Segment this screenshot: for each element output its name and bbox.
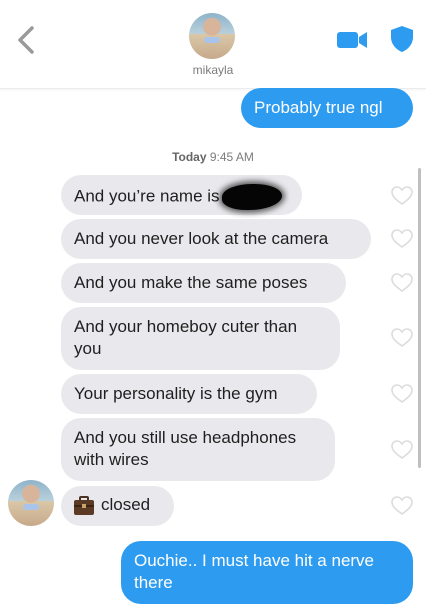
message-text: Ouchie.. I must have hit a nerve there	[134, 551, 375, 592]
message-bubble-incoming[interactable]: And you still use headphones with wires	[61, 418, 335, 481]
message-bubble-incoming[interactable]: And you make the same poses	[61, 263, 346, 303]
chevron-left-icon[interactable]	[12, 24, 40, 56]
like-heart-icon[interactable]	[391, 496, 413, 516]
message-bubble-outgoing[interactable]: Ouchie.. I must have hit a nerve there	[121, 541, 413, 604]
contact-name[interactable]: mikayla	[0, 63, 426, 77]
message-text: Your personality is the gym	[74, 384, 278, 403]
shield-icon[interactable]	[390, 25, 414, 53]
message-bubble-incoming[interactable]: closed	[61, 486, 174, 526]
message-text: And you still use headphones with wires	[74, 428, 297, 469]
timestamp-time: 9:45 AM	[209, 150, 254, 164]
video-camera-icon[interactable]	[336, 29, 368, 51]
like-heart-icon[interactable]	[391, 186, 413, 206]
chat-header: mikayla	[0, 0, 426, 89]
message-text: And you never look at the camera	[74, 229, 329, 248]
briefcase-icon	[74, 495, 94, 515]
message-bubble-incoming[interactable]: Your personality is the gym	[61, 374, 317, 414]
message-bubble-incoming[interactable]: And your homeboy cuter than you	[61, 307, 340, 370]
contact-avatar[interactable]	[189, 13, 235, 59]
message-bubble-incoming[interactable]: And you’re name is	[61, 175, 302, 215]
scrollbar[interactable]	[418, 168, 421, 468]
message-text: And you make the same poses	[74, 273, 308, 292]
message-text: Probably true ngl	[254, 98, 383, 117]
contact-avatar[interactable]	[8, 480, 54, 526]
like-heart-icon[interactable]	[391, 328, 413, 348]
timestamp-day: Today	[172, 150, 207, 164]
redaction-mark	[221, 184, 282, 210]
message-text: And you’re name is	[74, 186, 220, 206]
message-text: closed	[101, 495, 151, 514]
like-heart-icon[interactable]	[391, 229, 413, 249]
message-bubble-outgoing[interactable]: Probably true ngl	[241, 88, 413, 128]
message-bubble-incoming[interactable]: And you never look at the camera	[61, 219, 371, 259]
like-heart-icon[interactable]	[391, 273, 413, 293]
like-heart-icon[interactable]	[391, 384, 413, 404]
timestamp: Today 9:45 AM	[0, 150, 426, 164]
message-text: And your homeboy cuter than you	[74, 317, 298, 358]
like-heart-icon[interactable]	[391, 440, 413, 460]
